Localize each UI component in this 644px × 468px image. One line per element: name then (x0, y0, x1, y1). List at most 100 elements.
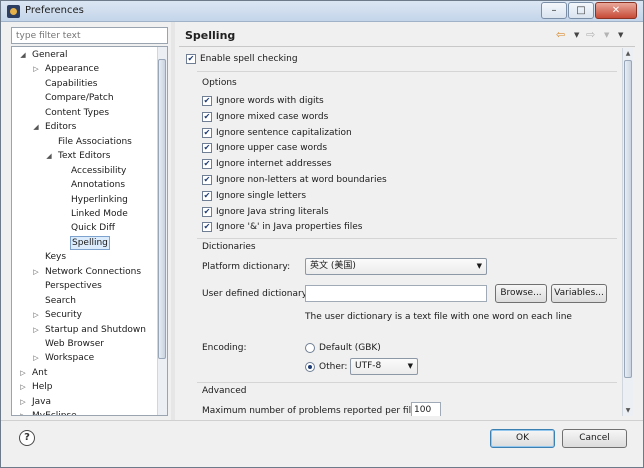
option-checkbox[interactable]: ✔ (202, 222, 212, 233)
chevron-down-icon: ▼ (476, 262, 482, 270)
maximize-button[interactable]: □ (568, 2, 594, 19)
filter-input[interactable] (11, 27, 168, 44)
option-label: Ignore non-letters at word boundaries (216, 175, 387, 185)
cancel-button[interactable]: Cancel (562, 429, 627, 448)
collapsed-twisty-icon[interactable]: ▷ (32, 308, 40, 322)
title-bar: Preferences – □ ✕ (1, 1, 643, 22)
option-checkbox[interactable]: ✔ (202, 190, 212, 201)
expanded-twisty-icon[interactable]: ◢ (32, 120, 40, 134)
option-checkbox[interactable]: ✔ (202, 127, 212, 138)
chevron-down-icon: ▼ (407, 362, 413, 370)
max-problems-value: 100 (414, 405, 432, 415)
encoding-other-select[interactable]: UTF-8 ▼ (350, 358, 418, 375)
enable-spell-checking-checkbox[interactable]: ✔ (186, 54, 196, 64)
option-checkbox[interactable]: ✔ (202, 159, 212, 170)
window-title: Preferences (25, 5, 84, 16)
collapsed-twisty-icon[interactable]: ▷ (19, 366, 27, 380)
option-label: Ignore words with digits (216, 96, 324, 106)
option-checkbox[interactable]: ✔ (202, 143, 212, 154)
preferences-window: Preferences – □ ✕ ▷ MyEclipse ▷ Java ▷ Help ▷ A… (0, 0, 644, 468)
options-group-line (197, 71, 617, 72)
dictionaries-group-line (197, 238, 617, 239)
spelling-page: ✔ Enable spell checking Options ✔ Ignore … (179, 48, 633, 416)
tree-item-label: Search (45, 295, 76, 306)
back-arrow-icon[interactable]: ⇦ (556, 28, 565, 41)
collapsed-twisty-icon[interactable]: ▷ (19, 395, 27, 409)
tree-item-label: Ant (32, 367, 48, 378)
tree-item-label: Java (32, 396, 52, 407)
back-history-chevron-icon[interactable]: ▼ (574, 31, 579, 39)
forward-history-chevron-icon[interactable]: ▼ (604, 31, 609, 39)
tree-scrollbar[interactable] (157, 47, 167, 415)
pane-divider[interactable] (171, 22, 175, 420)
encoding-default-radio[interactable] (305, 343, 315, 353)
scroll-down-icon[interactable]: ▼ (623, 405, 633, 416)
page-scrollbar-thumb[interactable] (624, 60, 632, 378)
button-bar-separator (1, 420, 643, 421)
tree-item-label: General (32, 50, 68, 60)
view-menu-chevron-icon[interactable]: ▼ (618, 31, 623, 39)
option-checkbox[interactable]: ✔ (202, 111, 212, 122)
option-checkbox[interactable]: ✔ (202, 96, 212, 106)
collapsed-twisty-icon[interactable]: ▷ (19, 380, 27, 394)
tree-item-label: Workspace (45, 353, 95, 364)
encoding-other-radio[interactable] (305, 362, 315, 372)
tree-item-label: Perspectives (45, 281, 102, 292)
tree-item-label: Keys (45, 252, 67, 263)
expanded-twisty-icon[interactable]: ◢ (19, 48, 27, 62)
user-dictionary-input[interactable] (305, 285, 487, 302)
ok-button[interactable]: OK (490, 429, 555, 448)
advanced-group-line (197, 382, 617, 383)
scroll-up-icon[interactable]: ▲ (623, 48, 633, 59)
tree-item-label: Network Connections (45, 266, 142, 277)
option-label: Ignore sentence capitalization (216, 127, 352, 138)
page-navigation: ⇦ ▼ ⇨ ▼ ▼ (556, 28, 636, 42)
tree-item-label: Editors (45, 122, 77, 133)
page-scrollbar[interactable]: ▲ ▼ (622, 48, 633, 416)
advanced-group-title: Advanced (202, 386, 247, 396)
option-label: Ignore Java string literals (216, 206, 329, 217)
option-label: Ignore upper case words (216, 143, 328, 154)
help-icon[interactable]: ? (19, 430, 35, 446)
tree-item-label: File Associations (58, 136, 132, 147)
enable-spell-checking-label: Enable spell checking (200, 54, 298, 64)
option-label: Ignore '&' in Java properties files (216, 222, 363, 233)
platform-dictionary-select[interactable]: 英文 (美国) ▼ (305, 258, 487, 275)
tree-item-label: Linked Mode (71, 208, 128, 219)
collapsed-twisty-icon[interactable]: ▷ (32, 265, 40, 279)
tree-item-label: MyEclipse (31, 409, 78, 415)
tree-scrollbar-thumb[interactable] (158, 59, 166, 359)
tree-item-label: Quick Diff (71, 223, 115, 234)
collapsed-twisty-icon[interactable]: ▷ (32, 62, 40, 76)
collapsed-twisty-icon[interactable]: ▷ (32, 351, 40, 365)
option-label: Ignore internet addresses (216, 159, 332, 170)
expanded-twisty-icon[interactable]: ◢ (45, 149, 53, 163)
close-button[interactable]: ✕ (595, 2, 637, 19)
eclipse-app-icon (7, 5, 20, 18)
user-dictionary-label: User defined dictionary: (202, 289, 310, 299)
option-checkbox[interactable]: ✔ (202, 206, 212, 217)
tree-item-label: Help (32, 382, 53, 393)
variables-button[interactable]: Variables... (551, 284, 607, 303)
forward-arrow-icon[interactable]: ⇨ (586, 28, 595, 41)
maximize-icon: □ (576, 5, 586, 16)
collapsed-twisty-icon[interactable]: ▷ (32, 323, 40, 337)
tree-item-label: Content Types (45, 107, 110, 118)
collapsed-twisty-icon[interactable]: ▷ (19, 409, 27, 415)
tree-item-label: Security (45, 310, 82, 321)
tree-item-label: Hyperlinking (71, 194, 128, 205)
option-checkbox[interactable]: ✔ (202, 175, 212, 185)
minimize-button[interactable]: – (541, 2, 567, 19)
browse-button[interactable]: Browse... (495, 284, 547, 303)
max-problems-input[interactable]: 100 (411, 402, 441, 416)
